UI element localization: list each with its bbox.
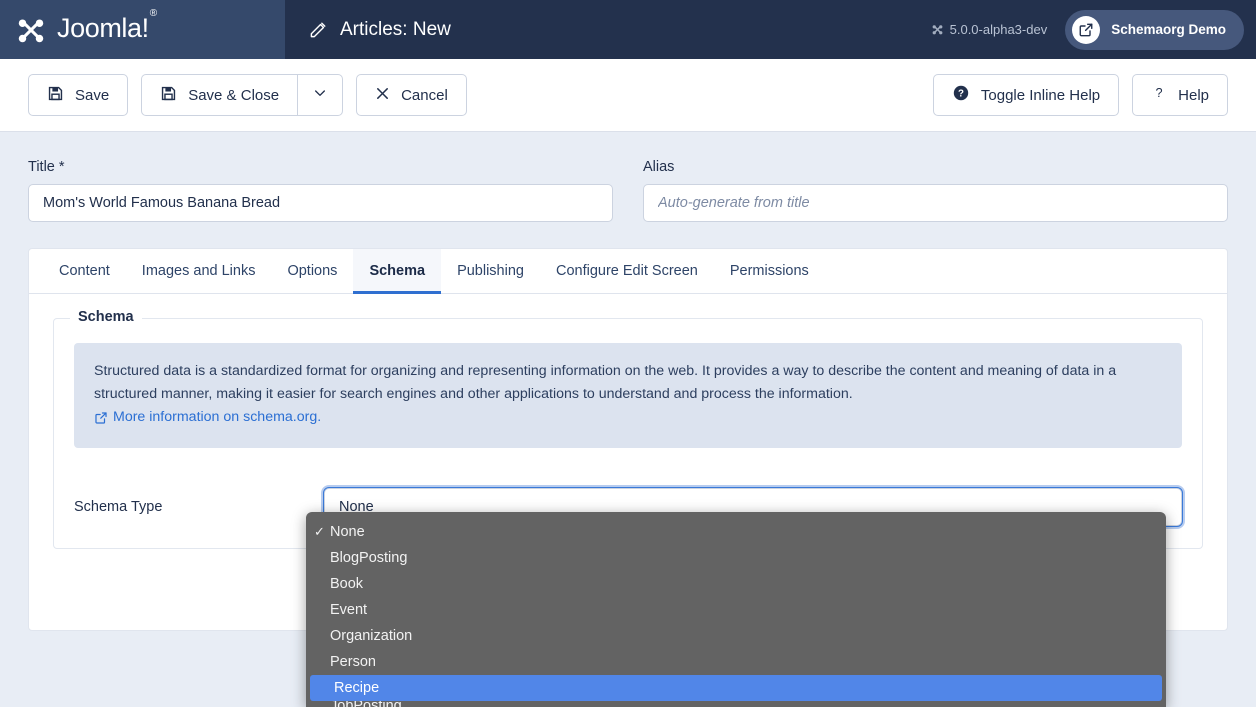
external-link-icon xyxy=(1072,16,1100,44)
tab-permissions[interactable]: Permissions xyxy=(714,249,825,293)
svg-text:?: ? xyxy=(958,88,964,99)
alias-label: Alias xyxy=(643,159,1228,175)
dropdown-option-book[interactable]: Book xyxy=(306,571,1166,597)
checkmark-icon: ✓ xyxy=(314,524,330,540)
schema-info-alert: Structured data is a standardized format… xyxy=(74,343,1182,448)
editor-tab-bar: Content Images and Links Options Schema … xyxy=(29,249,1227,294)
dropdown-option-label: Book xyxy=(330,576,363,592)
page-title: Articles: New xyxy=(340,19,451,41)
schema-info-text: Structured data is a standardized format… xyxy=(94,363,1116,402)
editor-toolbar: Save Save & Close xyxy=(0,59,1256,132)
dropdown-option-blogposting[interactable]: BlogPosting xyxy=(306,545,1166,571)
tab-schema[interactable]: Schema xyxy=(353,249,441,293)
floppy-disk-icon xyxy=(160,85,177,106)
brand-wordmark: Joomla!® xyxy=(57,13,156,44)
tab-configure-edit-screen[interactable]: Configure Edit Screen xyxy=(540,249,714,293)
title-field-group: Title * xyxy=(28,159,613,222)
joomla-logo[interactable]: Joomla!® xyxy=(14,13,156,47)
dropdown-option-person[interactable]: Person xyxy=(306,649,1166,675)
toggle-inline-help-button[interactable]: ? Toggle Inline Help xyxy=(933,74,1119,116)
header-main: Articles: New 5.0.0-alpha3-dev xyxy=(285,0,1256,59)
tab-content[interactable]: Content xyxy=(43,249,126,293)
toggle-inline-help-label: Toggle Inline Help xyxy=(981,87,1100,104)
dropdown-option-label: JobPosting xyxy=(330,701,402,707)
toolbar-left-group: Save Save & Close xyxy=(28,74,467,116)
schema-type-dropdown-list[interactable]: ✓ None BlogPosting Book Event Organizati… xyxy=(306,512,1166,707)
brand-band: Joomla!® xyxy=(0,0,285,59)
dropdown-option-none[interactable]: ✓ None xyxy=(306,519,1166,545)
schemaorg-demo-label: Schemaorg Demo xyxy=(1111,22,1226,37)
dropdown-option-label: BlogPosting xyxy=(330,550,407,566)
dropdown-option-label: Person xyxy=(330,654,376,670)
dropdown-option-label: Organization xyxy=(330,628,412,644)
schema-org-link[interactable]: More information on schema.org. xyxy=(94,406,321,429)
joomla-mark-icon xyxy=(14,13,48,47)
alias-field-group: Alias xyxy=(643,159,1228,222)
pencil-icon xyxy=(309,20,328,39)
help-button-label: Help xyxy=(1178,87,1209,104)
tab-options[interactable]: Options xyxy=(271,249,353,293)
save-close-split-button: Save & Close xyxy=(141,74,343,116)
alias-input[interactable] xyxy=(643,184,1228,222)
save-options-dropdown-button[interactable] xyxy=(297,74,343,116)
help-button[interactable]: ? Help xyxy=(1132,74,1228,116)
question-circle-icon: ? xyxy=(952,84,970,106)
app-header: Joomla!® Articles: New xyxy=(0,0,1256,59)
schemaorg-demo-button[interactable]: Schemaorg Demo xyxy=(1065,10,1244,50)
dropdown-option-label: None xyxy=(330,524,365,540)
toolbar-right-group: ? Toggle Inline Help ? Help xyxy=(933,74,1228,116)
dropdown-option-label: Event xyxy=(330,602,367,618)
save-and-close-label: Save & Close xyxy=(188,87,279,104)
version-info: 5.0.0-alpha3-dev xyxy=(931,22,1048,37)
dropdown-option-clipped[interactable]: JobPosting xyxy=(306,701,1166,707)
floppy-disk-icon xyxy=(47,85,64,106)
dropdown-option-recipe[interactable]: Recipe xyxy=(310,675,1162,701)
header-right-group: 5.0.0-alpha3-dev Schemaorg Demo xyxy=(931,10,1244,50)
title-alias-row: Title * Alias xyxy=(28,132,1228,222)
schema-fieldset-legend: Schema xyxy=(70,309,142,325)
cancel-button[interactable]: Cancel xyxy=(356,74,467,116)
cancel-button-label: Cancel xyxy=(401,87,448,104)
tab-images-and-links[interactable]: Images and Links xyxy=(126,249,272,293)
svg-text:?: ? xyxy=(1156,86,1163,100)
dropdown-option-organization[interactable]: Organization xyxy=(306,623,1166,649)
chevron-down-icon xyxy=(312,85,328,105)
dropdown-option-event[interactable]: Event xyxy=(306,597,1166,623)
save-and-close-button[interactable]: Save & Close xyxy=(141,74,297,116)
save-button[interactable]: Save xyxy=(28,74,128,116)
title-label: Title * xyxy=(28,159,613,175)
question-mark-icon: ? xyxy=(1151,84,1167,106)
x-icon xyxy=(375,86,390,105)
tab-publishing[interactable]: Publishing xyxy=(441,249,540,293)
schema-org-link-label: More information on schema.org. xyxy=(113,406,321,429)
page-title-group: Articles: New xyxy=(309,19,451,41)
dropdown-option-label: Recipe xyxy=(334,680,379,696)
title-input[interactable] xyxy=(28,184,613,222)
save-button-label: Save xyxy=(75,87,109,104)
version-label: 5.0.0-alpha3-dev xyxy=(950,22,1048,37)
joomla-mark-icon xyxy=(931,23,944,36)
external-link-icon xyxy=(94,411,108,425)
schema-type-label: Schema Type xyxy=(74,499,324,515)
